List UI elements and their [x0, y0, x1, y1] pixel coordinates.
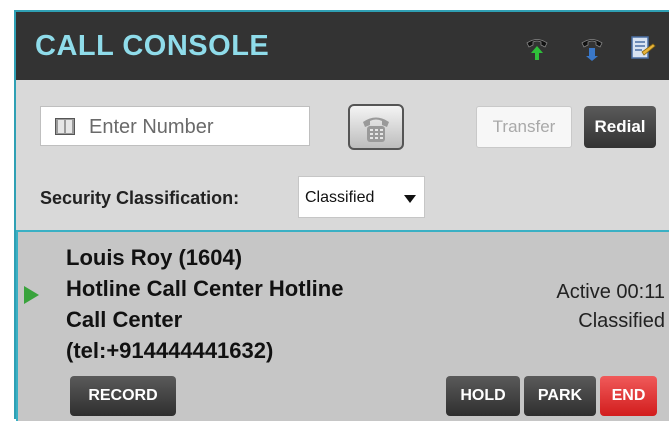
phone-transfer-icon[interactable]	[578, 34, 606, 62]
call-classification: Classified	[578, 310, 665, 332]
caller-line: Call Center	[66, 307, 183, 332]
address-book-icon[interactable]	[55, 118, 75, 135]
security-classification-label: Security Classification:	[40, 188, 240, 208]
dial-button[interactable]	[348, 104, 404, 150]
phone-up-icon[interactable]	[523, 34, 551, 62]
number-input[interactable]	[87, 113, 301, 141]
dialer-panel: Transfer Redial Security Classification:…	[16, 80, 669, 230]
redial-button[interactable]: Redial	[584, 106, 656, 148]
console-header: CALL CONSOLE	[16, 12, 669, 80]
caller-name: Louis Roy (1604)	[66, 245, 243, 270]
security-classification-value: Classified	[305, 189, 375, 206]
caller-info: Louis Roy (1604) Hotline Call Center Hot…	[66, 242, 426, 366]
active-call-panel[interactable]: Louis Roy (1604) Hotline Call Center Hot…	[16, 230, 669, 421]
chevron-down-icon	[404, 195, 416, 203]
number-input-field[interactable]	[40, 106, 310, 146]
caller-number: (tel:+914444441632)	[66, 338, 274, 363]
end-call-button[interactable]: END	[600, 376, 657, 416]
call-console: CALL CONSOLE Enter Number Transfer Redia…	[14, 10, 669, 421]
phone-dialpad-icon	[363, 117, 389, 142]
call-status: Active 00:11 Classified	[556, 278, 665, 336]
console-title: CALL CONSOLE	[35, 30, 270, 62]
security-classification-select[interactable]: Classified	[298, 176, 425, 218]
call-timer: Active 00:11	[556, 281, 665, 303]
play-icon	[24, 286, 39, 304]
caller-line: Hotline Call Center Hotline	[66, 276, 344, 301]
transfer-button[interactable]: Transfer	[476, 106, 572, 148]
hold-button[interactable]: HOLD	[446, 376, 520, 416]
notes-icon[interactable]	[628, 34, 656, 62]
record-button[interactable]: RECORD	[70, 376, 176, 416]
park-button[interactable]: PARK	[524, 376, 596, 416]
